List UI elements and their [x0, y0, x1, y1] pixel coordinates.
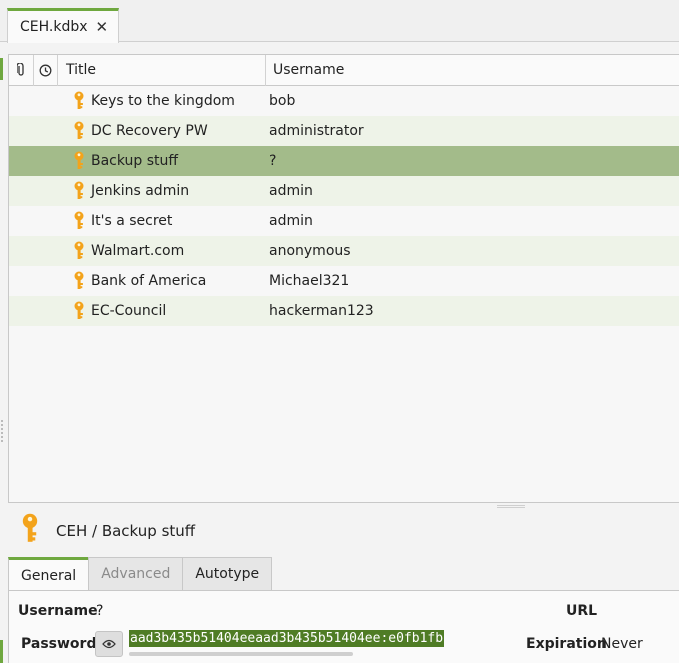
entry-username: hackerman123: [269, 303, 374, 319]
tab-autotype[interactable]: Autotype: [182, 557, 273, 591]
table-body: Keys to the kingdom bob DC Recovery PW a…: [9, 86, 679, 326]
entry-username: Michael321: [269, 273, 350, 289]
entry-table: Title Username Keys to the kingdom bob D…: [8, 54, 679, 503]
entry-title: Walmart.com: [91, 243, 185, 259]
entry-title: EC-Council: [91, 303, 167, 319]
key-icon: [9, 211, 91, 231]
expiration-label: Expiration: [526, 636, 607, 652]
column-title[interactable]: Title: [58, 54, 266, 86]
paperclip-icon: [17, 63, 24, 76]
reveal-password-button[interactable]: [95, 631, 123, 657]
column-modified[interactable]: [34, 54, 58, 86]
document-tab-bar: CEH.kdbx ✕: [0, 0, 679, 43]
table-row-selected[interactable]: Backup stuff ?: [9, 146, 679, 176]
table-row[interactable]: Keys to the kingdom bob: [9, 86, 679, 116]
password-value[interactable]: aad3b435b51404eeaad3b435b51404ee:e0fb1fb: [129, 630, 445, 647]
preview-tabs: General Advanced Autotype: [8, 557, 273, 591]
table-row[interactable]: Jenkins admin admin: [9, 176, 679, 206]
entry-username: anonymous: [269, 243, 351, 259]
tab-general[interactable]: General: [8, 557, 89, 591]
entry-title: Keys to the kingdom: [91, 93, 235, 109]
entry-username: admin: [269, 213, 313, 229]
table-row[interactable]: Walmart.com anonymous: [9, 236, 679, 266]
key-icon: [9, 91, 91, 111]
key-icon: [9, 121, 91, 141]
key-icon: [9, 241, 91, 261]
table-row[interactable]: It's a secret admin: [9, 206, 679, 236]
key-icon: [9, 271, 91, 291]
entry-title: Bank of America: [91, 273, 207, 289]
entry-title: It's a secret: [91, 213, 173, 229]
column-attachment[interactable]: [9, 54, 34, 86]
username-label: Username: [18, 603, 98, 619]
url-label: URL: [566, 603, 598, 619]
table-row[interactable]: DC Recovery PW administrator: [9, 116, 679, 146]
tab-ceh-kdbx[interactable]: CEH.kdbx ✕: [7, 8, 119, 43]
password-scrollbar[interactable]: [129, 652, 353, 656]
entry-username: ?: [269, 153, 277, 169]
entry-breadcrumb: CEH / Backup stuff: [56, 522, 196, 540]
table-row[interactable]: Bank of America Michael321: [9, 266, 679, 296]
expiration-value: Never: [601, 636, 643, 652]
table-row[interactable]: EC-Council hackerman123: [9, 296, 679, 326]
tab-advanced: Advanced: [88, 557, 183, 591]
left-accent-bottom: [0, 640, 3, 663]
key-icon: [20, 513, 40, 549]
key-icon: [9, 151, 91, 171]
column-username[interactable]: Username: [266, 55, 679, 86]
entry-title: Jenkins admin: [91, 183, 190, 199]
eye-icon: [102, 639, 116, 649]
entry-username: admin: [269, 183, 313, 199]
left-accent: [0, 58, 3, 80]
key-icon: [9, 301, 91, 321]
password-label: Password: [21, 636, 97, 652]
username-value[interactable]: ?: [96, 603, 103, 619]
left-splitter-handle[interactable]: [1, 420, 3, 444]
table-header: Title Username: [9, 54, 679, 86]
preview-header: CEH / Backup stuff: [20, 513, 196, 549]
entry-username: bob: [269, 93, 296, 109]
entry-title: Backup stuff: [91, 153, 179, 169]
close-icon[interactable]: ✕: [96, 18, 109, 36]
entry-username: administrator: [269, 123, 364, 139]
tab-title: CEH.kdbx: [20, 19, 88, 35]
key-icon: [9, 181, 91, 201]
preview-splitter-handle[interactable]: [497, 505, 525, 508]
clock-icon: [39, 64, 52, 76]
entry-title: DC Recovery PW: [91, 123, 208, 139]
